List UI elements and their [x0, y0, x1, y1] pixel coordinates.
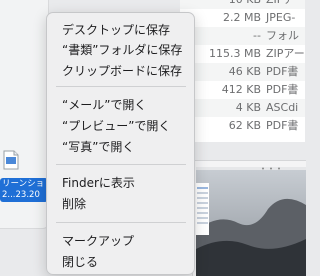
menu-item-markup[interactable]: マークアップ	[62, 232, 192, 251]
file-row[interactable]: -- フォル	[180, 27, 305, 45]
file-row[interactable]: 115.3 MB ZIPアー	[180, 45, 305, 63]
menu-separator	[56, 86, 186, 87]
screenshot-preview-thumbnail[interactable]	[192, 160, 306, 276]
menu-item-save-to-desktop[interactable]: デスクトップに保存	[62, 21, 192, 40]
file-name-line-1: リーンショ	[2, 179, 45, 189]
menu-separator	[56, 164, 186, 165]
menu-item-open-in-photos[interactable]: “写真”で開く	[62, 138, 192, 157]
file-row[interactable]: 2.2 MB JPEG-	[180, 9, 305, 27]
file-size: 2.2 MB	[222, 11, 261, 24]
file-kind: ASCdi	[266, 101, 299, 114]
file-row[interactable]: 62 KB PDF書	[180, 117, 305, 135]
file-kind: PDF書	[266, 65, 299, 78]
file-row[interactable]: 46 KB PDF書	[180, 63, 305, 81]
finder-file-list: 10 KB ZIPアー 2.2 MB JPEG- -- フォル 115.3 MB…	[180, 0, 305, 142]
menu-item-close[interactable]: 閉じる	[62, 253, 192, 272]
file-kind: ZIPアー	[266, 0, 305, 9]
file-size: 4 KB	[235, 101, 261, 114]
file-kind: PDF書	[266, 83, 299, 96]
file-size: 46 KB	[228, 65, 261, 78]
desktop-panel: リーンショ 2...23.20	[0, 0, 49, 229]
menu-item-delete[interactable]: 削除	[62, 195, 192, 214]
menu-separator	[56, 222, 186, 223]
file-size: 115.3 MB	[208, 47, 261, 60]
menu-item-save-to-documents[interactable]: “書類”フォルダに保存	[62, 41, 192, 60]
menu-item-show-in-finder[interactable]: Finderに表示	[62, 174, 192, 193]
menu-item-save-to-clipboard[interactable]: クリップボードに保存	[62, 62, 192, 81]
menu-item-open-in-preview[interactable]: “プレビュー”で開く	[62, 117, 192, 136]
file-row[interactable]: 10 KB ZIPアー	[180, 0, 305, 9]
file-size: 412 KB	[221, 83, 261, 96]
file-kind: PDF書	[266, 119, 299, 132]
file-kind: JPEG-	[266, 11, 296, 24]
file-size: --	[253, 29, 261, 42]
file-row[interactable]: 412 KB PDF書	[180, 81, 305, 99]
file-name-line-2: 2...23.20	[2, 190, 40, 200]
file-kind: フォル	[266, 29, 299, 42]
file-kind: ZIPアー	[266, 47, 305, 60]
file-size: 62 KB	[228, 119, 261, 132]
menu-item-open-in-mail[interactable]: “メール”で開く	[62, 96, 192, 115]
file-row[interactable]: 4 KB ASCdi	[180, 99, 305, 117]
screenshot-file-name[interactable]: リーンショ 2...23.20	[0, 178, 48, 202]
context-menu: デスクトップに保存 “書類”フォルダに保存 クリップボードに保存 “メール”で開…	[46, 12, 195, 275]
screenshot-file-icon[interactable]	[3, 150, 19, 170]
file-size: 10 KB	[229, 0, 261, 9]
